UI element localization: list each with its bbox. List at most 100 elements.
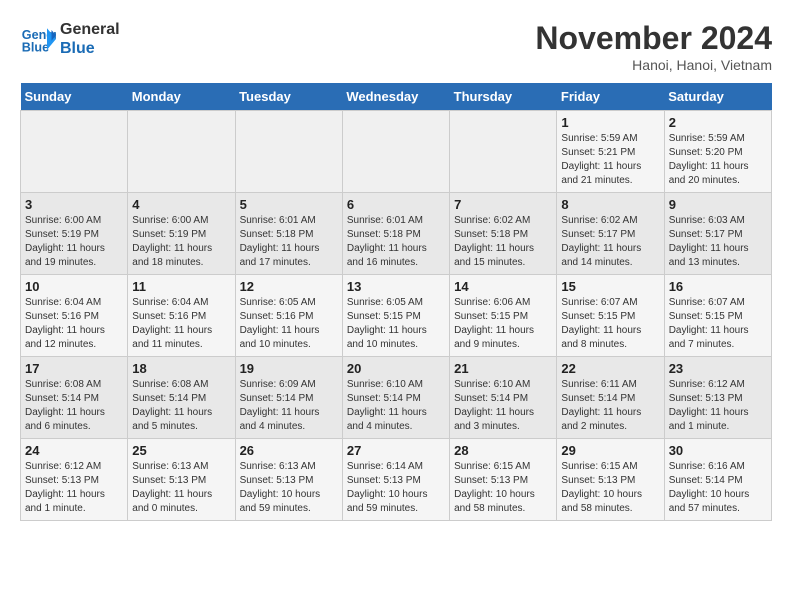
day-info: Sunrise: 6:04 AM Sunset: 5:16 PM Dayligh… xyxy=(132,296,230,352)
svg-text:Blue: Blue xyxy=(22,41,49,55)
day-number: 14 xyxy=(454,279,552,294)
day-number: 19 xyxy=(240,361,338,376)
calendar-cell xyxy=(128,111,235,193)
calendar-week-row: 24 Sunrise: 6:12 AM Sunset: 5:13 PM Dayli… xyxy=(21,439,772,521)
calendar-cell: 23 Sunrise: 6:12 AM Sunset: 5:13 PM Dayli… xyxy=(664,357,771,439)
day-number: 3 xyxy=(25,197,123,212)
day-number: 22 xyxy=(561,361,659,376)
day-info: Sunrise: 6:16 AM Sunset: 5:14 PM Dayligh… xyxy=(669,460,767,516)
day-info: Sunrise: 6:08 AM Sunset: 5:14 PM Dayligh… xyxy=(132,378,230,434)
day-number: 12 xyxy=(240,279,338,294)
calendar-cell: 2Sunrise: 5:59 AM Sunset: 5:20 PM Daylig… xyxy=(664,111,771,193)
day-info: Sunrise: 6:01 AM Sunset: 5:18 PM Dayligh… xyxy=(347,214,445,270)
day-number: 17 xyxy=(25,361,123,376)
calendar-cell: 29 Sunrise: 6:15 AM Sunset: 5:13 PM Dayli… xyxy=(557,439,664,521)
calendar-cell: 1 Sunrise: 5:59 AM Sunset: 5:21 PM Daylig… xyxy=(557,111,664,193)
calendar-week-row: 17 Sunrise: 6:08 AM Sunset: 5:14 PM Dayli… xyxy=(21,357,772,439)
day-info: Sunrise: 6:13 AM Sunset: 5:13 PM Dayligh… xyxy=(132,460,230,516)
day-number: 25 xyxy=(132,443,230,458)
day-info: Sunrise: 6:10 AM Sunset: 5:14 PM Dayligh… xyxy=(454,378,552,434)
day-info: Sunrise: 6:05 AM Sunset: 5:16 PM Dayligh… xyxy=(240,296,338,352)
calendar-week-row: 10 Sunrise: 6:04 AM Sunset: 5:16 PM Dayli… xyxy=(21,275,772,357)
day-info: Sunrise: 6:12 AM Sunset: 5:13 PM Dayligh… xyxy=(25,460,123,516)
day-number: 24 xyxy=(25,443,123,458)
day-header-sunday: Sunday xyxy=(21,83,128,111)
day-info: Sunrise: 6:10 AM Sunset: 5:14 PM Dayligh… xyxy=(347,378,445,434)
day-header-wednesday: Wednesday xyxy=(342,83,449,111)
calendar-cell: 19 Sunrise: 6:09 AM Sunset: 5:14 PM Dayli… xyxy=(235,357,342,439)
calendar-cell xyxy=(235,111,342,193)
calendar-cell: 20 Sunrise: 6:10 AM Sunset: 5:14 PM Dayli… xyxy=(342,357,449,439)
day-number: 7 xyxy=(454,197,552,212)
day-number: 20 xyxy=(347,361,445,376)
day-number: 2 xyxy=(669,115,767,130)
calendar-cell: 30 Sunrise: 6:16 AM Sunset: 5:14 PM Dayli… xyxy=(664,439,771,521)
logo-general: General xyxy=(60,20,120,39)
calendar-cell: 9Sunrise: 6:03 AM Sunset: 5:17 PM Daylig… xyxy=(664,193,771,275)
day-number: 8 xyxy=(561,197,659,212)
day-info: Sunrise: 6:03 AM Sunset: 5:17 PM Dayligh… xyxy=(669,214,767,270)
day-header-friday: Friday xyxy=(557,83,664,111)
day-number: 4 xyxy=(132,197,230,212)
day-number: 10 xyxy=(25,279,123,294)
calendar-cell xyxy=(450,111,557,193)
day-header-saturday: Saturday xyxy=(664,83,771,111)
day-number: 30 xyxy=(669,443,767,458)
day-number: 29 xyxy=(561,443,659,458)
day-info: Sunrise: 6:02 AM Sunset: 5:17 PM Dayligh… xyxy=(561,214,659,270)
calendar-cell: 26Sunrise: 6:13 AM Sunset: 5:13 PM Dayli… xyxy=(235,439,342,521)
day-number: 1 xyxy=(561,115,659,130)
calendar-cell: 24 Sunrise: 6:12 AM Sunset: 5:13 PM Dayli… xyxy=(21,439,128,521)
day-number: 13 xyxy=(347,279,445,294)
day-number: 16 xyxy=(669,279,767,294)
day-info: Sunrise: 6:08 AM Sunset: 5:14 PM Dayligh… xyxy=(25,378,123,434)
calendar-week-row: 3 Sunrise: 6:00 AM Sunset: 5:19 PM Daylig… xyxy=(21,193,772,275)
day-info: Sunrise: 6:15 AM Sunset: 5:13 PM Dayligh… xyxy=(561,460,659,516)
day-info: Sunrise: 6:09 AM Sunset: 5:14 PM Dayligh… xyxy=(240,378,338,434)
calendar-cell: 17 Sunrise: 6:08 AM Sunset: 5:14 PM Dayli… xyxy=(21,357,128,439)
day-info: Sunrise: 6:11 AM Sunset: 5:14 PM Dayligh… xyxy=(561,378,659,434)
location-subtitle: Hanoi, Hanoi, Vietnam xyxy=(535,57,772,73)
calendar-cell: 27 Sunrise: 6:14 AM Sunset: 5:13 PM Dayli… xyxy=(342,439,449,521)
day-info: Sunrise: 6:15 AM Sunset: 5:13 PM Dayligh… xyxy=(454,460,552,516)
day-number: 23 xyxy=(669,361,767,376)
month-title: November 2024 xyxy=(535,20,772,57)
logo-blue: Blue xyxy=(60,39,120,58)
day-number: 27 xyxy=(347,443,445,458)
day-number: 21 xyxy=(454,361,552,376)
calendar-cell: 12 Sunrise: 6:05 AM Sunset: 5:16 PM Dayli… xyxy=(235,275,342,357)
day-header-monday: Monday xyxy=(128,83,235,111)
day-info: Sunrise: 6:07 AM Sunset: 5:15 PM Dayligh… xyxy=(669,296,767,352)
day-number: 26 xyxy=(240,443,338,458)
calendar-cell: 28 Sunrise: 6:15 AM Sunset: 5:13 PM Dayli… xyxy=(450,439,557,521)
calendar-cell: 8 Sunrise: 6:02 AM Sunset: 5:17 PM Daylig… xyxy=(557,193,664,275)
calendar-cell: 7Sunrise: 6:02 AM Sunset: 5:18 PM Daylig… xyxy=(450,193,557,275)
day-info: Sunrise: 5:59 AM Sunset: 5:21 PM Dayligh… xyxy=(561,132,659,188)
day-number: 5 xyxy=(240,197,338,212)
calendar-cell: 15Sunrise: 6:07 AM Sunset: 5:15 PM Dayli… xyxy=(557,275,664,357)
day-info: Sunrise: 6:05 AM Sunset: 5:15 PM Dayligh… xyxy=(347,296,445,352)
day-header-thursday: Thursday xyxy=(450,83,557,111)
calendar-week-row: 1 Sunrise: 5:59 AM Sunset: 5:21 PM Daylig… xyxy=(21,111,772,193)
calendar-cell: 10Sunrise: 6:04 AM Sunset: 5:16 PM Dayli… xyxy=(21,275,128,357)
day-info: Sunrise: 6:00 AM Sunset: 5:19 PM Dayligh… xyxy=(25,214,123,270)
page-header: General Blue General Blue November 2024 … xyxy=(20,20,772,73)
calendar-cell: 16 Sunrise: 6:07 AM Sunset: 5:15 PM Dayli… xyxy=(664,275,771,357)
calendar-cell: 25 Sunrise: 6:13 AM Sunset: 5:13 PM Dayli… xyxy=(128,439,235,521)
day-number: 28 xyxy=(454,443,552,458)
title-block: November 2024 Hanoi, Hanoi, Vietnam xyxy=(535,20,772,73)
day-number: 18 xyxy=(132,361,230,376)
calendar-cell: 21 Sunrise: 6:10 AM Sunset: 5:14 PM Dayli… xyxy=(450,357,557,439)
calendar-cell: 18 Sunrise: 6:08 AM Sunset: 5:14 PM Dayli… xyxy=(128,357,235,439)
day-number: 15 xyxy=(561,279,659,294)
day-header-tuesday: Tuesday xyxy=(235,83,342,111)
day-info: Sunrise: 6:12 AM Sunset: 5:13 PM Dayligh… xyxy=(669,378,767,434)
calendar-cell: 4Sunrise: 6:00 AM Sunset: 5:19 PM Daylig… xyxy=(128,193,235,275)
calendar-cell: 14 Sunrise: 6:06 AM Sunset: 5:15 PM Dayli… xyxy=(450,275,557,357)
calendar-cell: 3 Sunrise: 6:00 AM Sunset: 5:19 PM Daylig… xyxy=(21,193,128,275)
day-info: Sunrise: 6:06 AM Sunset: 5:15 PM Dayligh… xyxy=(454,296,552,352)
logo-icon: General Blue xyxy=(20,21,56,57)
calendar-cell: 13 Sunrise: 6:05 AM Sunset: 5:15 PM Dayli… xyxy=(342,275,449,357)
calendar-cell: 5Sunrise: 6:01 AM Sunset: 5:18 PM Daylig… xyxy=(235,193,342,275)
day-info: Sunrise: 6:14 AM Sunset: 5:13 PM Dayligh… xyxy=(347,460,445,516)
